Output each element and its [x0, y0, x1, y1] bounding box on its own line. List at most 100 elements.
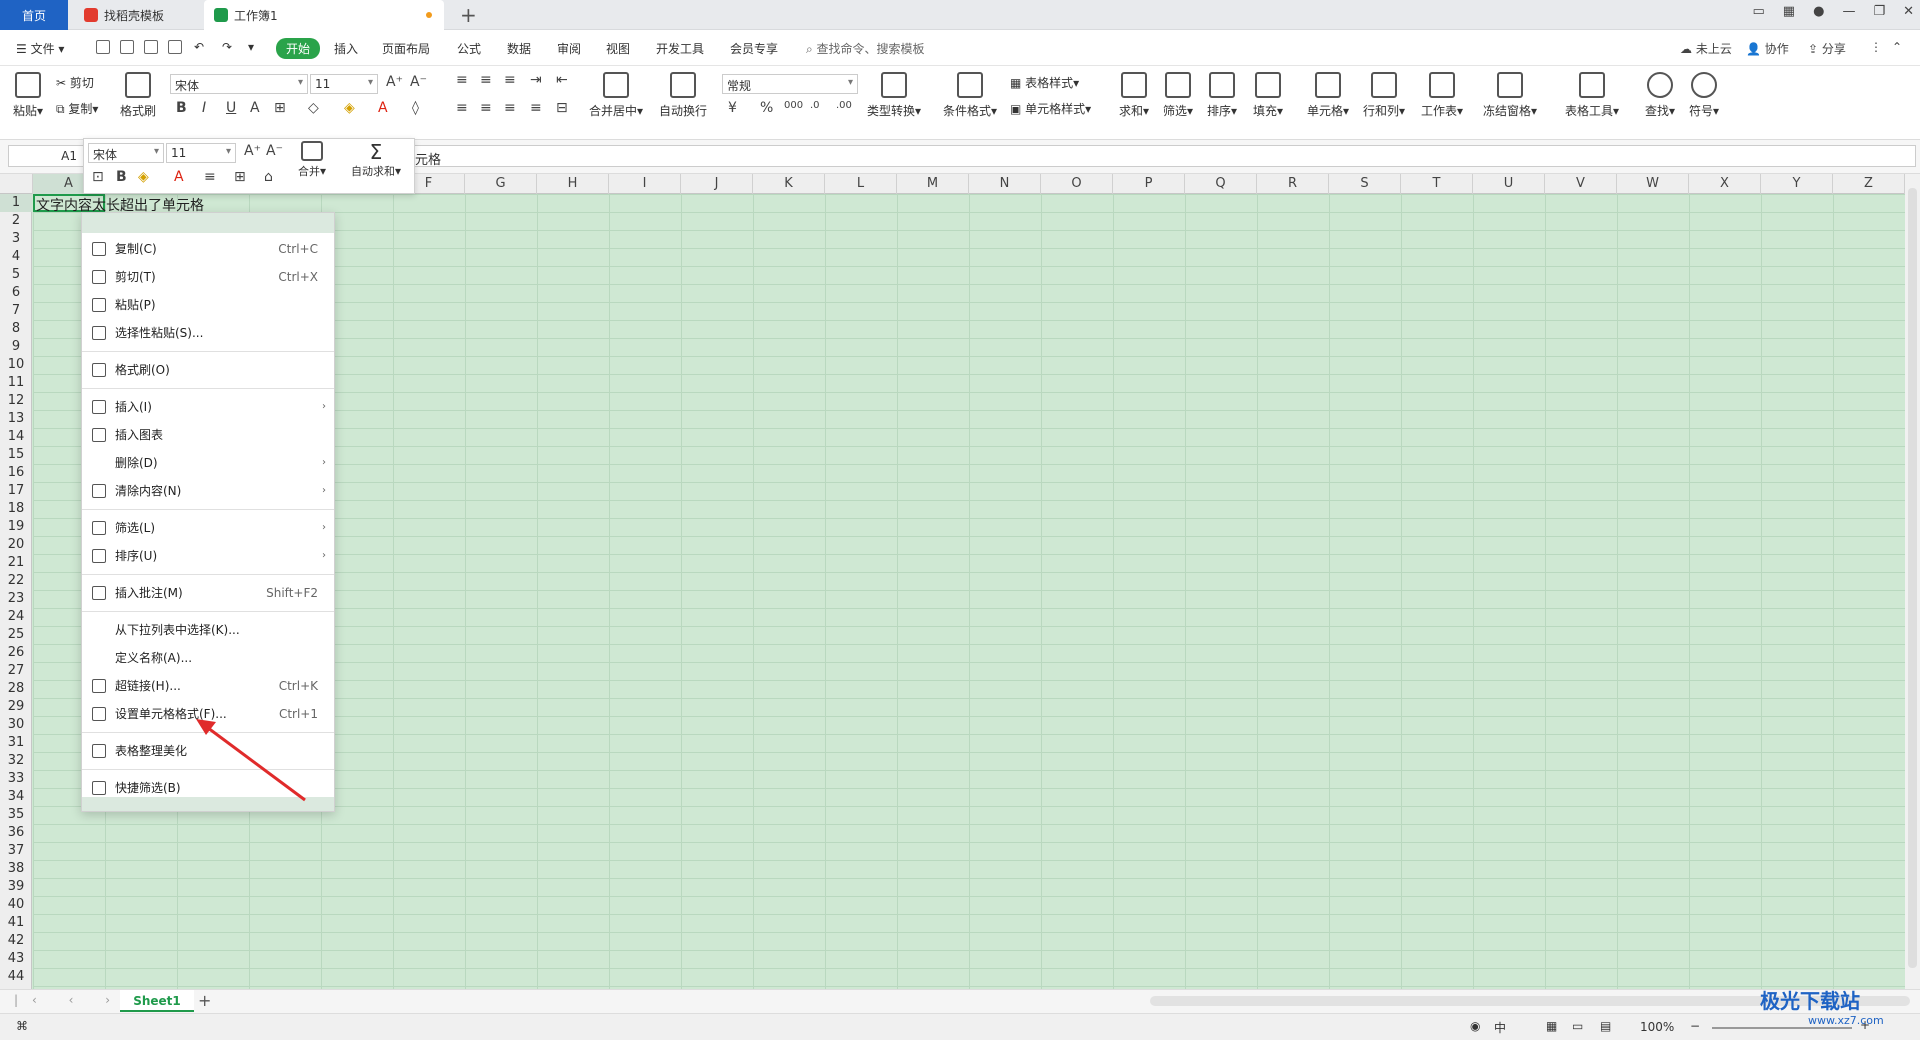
column-header-x[interactable]: X	[1689, 174, 1761, 194]
row-header-5[interactable]: 5	[0, 266, 32, 284]
column-header-j[interactable]: J	[681, 174, 753, 194]
sum-button[interactable]: 求和▾	[1116, 72, 1152, 119]
tab-home[interactable]: 首页	[0, 0, 68, 30]
strike-icon[interactable]: A	[250, 100, 260, 116]
minimize-icon[interactable]: —	[1842, 4, 1855, 19]
row-header-22[interactable]: 22	[0, 572, 32, 590]
menu-layout[interactable]: 页面布局	[382, 40, 430, 57]
row-header-27[interactable]: 27	[0, 662, 32, 680]
mini-size-select[interactable]: 11	[166, 143, 236, 163]
filter-button[interactable]: 筛选▾	[1160, 72, 1196, 119]
export-icon[interactable]	[120, 40, 134, 54]
row-header-17[interactable]: 17	[0, 482, 32, 500]
number-format-select[interactable]: 常规	[722, 74, 858, 94]
find-button[interactable]: 查找▾	[1642, 72, 1678, 119]
row-header-20[interactable]: 20	[0, 536, 32, 554]
row-header-29[interactable]: 29	[0, 698, 32, 716]
symbol-button[interactable]: 符号▾	[1686, 72, 1722, 119]
context-item-11[interactable]: 插入批注(M) Shift+F2	[82, 581, 334, 605]
thousands-icon[interactable]: 000	[784, 100, 803, 111]
context-item-9[interactable]: 筛选(L) ›	[82, 516, 334, 540]
layout-icon[interactable]: ▭	[1753, 4, 1765, 19]
column-header-t[interactable]: T	[1401, 174, 1473, 194]
row-header-40[interactable]: 40	[0, 896, 32, 914]
column-header-y[interactable]: Y	[1761, 174, 1833, 194]
row-header-4[interactable]: 4	[0, 248, 32, 266]
redo-icon[interactable]: ↷	[222, 40, 232, 54]
row-header-7[interactable]: 7	[0, 302, 32, 320]
mini-font-color-icon[interactable]: A	[174, 169, 184, 185]
column-header-n[interactable]: N	[969, 174, 1041, 194]
align-center-icon[interactable]: ≡	[480, 100, 492, 116]
context-item-0[interactable]: 复制(C) Ctrl+C	[82, 237, 334, 261]
eye-icon[interactable]: ◉	[1470, 1019, 1480, 1033]
convert-button[interactable]: 类型转换▾	[864, 72, 924, 119]
context-item-8[interactable]: 清除内容(N) ›	[82, 479, 334, 503]
mini-brush-icon[interactable]: ⌂	[264, 169, 273, 185]
context-item-15[interactable]: 设置单元格格式(F)... Ctrl+1	[82, 702, 334, 726]
align-bottom-icon[interactable]: ≡	[504, 72, 516, 88]
mini-border-icon[interactable]: ⊞	[234, 169, 246, 185]
context-item-10[interactable]: 排序(U) ›	[82, 544, 334, 568]
row-header-15[interactable]: 15	[0, 446, 32, 464]
new-tab-icon[interactable]: +	[460, 3, 477, 27]
row-header-41[interactable]: 41	[0, 914, 32, 932]
italic-icon[interactable]: I	[202, 100, 206, 116]
outdent-icon[interactable]: ⇤	[556, 72, 568, 88]
row-header-39[interactable]: 39	[0, 878, 32, 896]
context-item-12[interactable]: 从下拉列表中选择(K)...	[82, 618, 334, 642]
row-header-32[interactable]: 32	[0, 752, 32, 770]
row-header-2[interactable]: 2	[0, 212, 32, 230]
menu-start[interactable]: 开始	[276, 38, 321, 59]
paste-button[interactable]: 粘贴▾	[10, 72, 46, 119]
mini-bold-icon[interactable]: B	[116, 169, 127, 185]
align-right-icon[interactable]: ≡	[504, 100, 516, 116]
column-header-h[interactable]: H	[537, 174, 609, 194]
tab-template[interactable]: 找稻壳模板	[74, 0, 200, 30]
justify-icon[interactable]: ≡	[530, 100, 542, 116]
mini-shrink-icon[interactable]: A⁻	[266, 143, 283, 159]
row-header-16[interactable]: 16	[0, 464, 32, 482]
cell-fill-icon[interactable]: ◇	[308, 100, 319, 116]
mini-font-select[interactable]: 宋体	[88, 143, 164, 163]
column-header-o[interactable]: O	[1041, 174, 1113, 194]
font-color-icon[interactable]: A	[378, 100, 388, 116]
collapse-ribbon-icon[interactable]: ⌃	[1892, 40, 1902, 54]
collab-button[interactable]: 👤 协作	[1746, 40, 1789, 57]
print-icon[interactable]	[144, 40, 158, 54]
more-icon[interactable]: ▾	[248, 40, 254, 54]
column-header-u[interactable]: U	[1473, 174, 1545, 194]
menu-file[interactable]: ☰ 文件 ▾	[16, 40, 64, 57]
mini-grow-icon[interactable]: A⁺	[244, 143, 261, 159]
column-header-l[interactable]: L	[825, 174, 897, 194]
cell-button[interactable]: 单元格▾	[1304, 72, 1352, 119]
column-header-s[interactable]: S	[1329, 174, 1401, 194]
cut-button[interactable]: ✂ 剪切	[56, 74, 94, 91]
row-header-42[interactable]: 42	[0, 932, 32, 950]
column-header-p[interactable]: P	[1113, 174, 1185, 194]
row-header-3[interactable]: 3	[0, 230, 32, 248]
row-header-37[interactable]: 37	[0, 842, 32, 860]
row-header-30[interactable]: 30	[0, 716, 32, 734]
border-icon[interactable]: ⊞	[274, 100, 286, 116]
row-header-38[interactable]: 38	[0, 860, 32, 878]
cell-style-button[interactable]: ▣ 单元格样式▾	[1010, 100, 1091, 117]
context-item-3[interactable]: 选择性粘贴(S)...	[82, 321, 334, 345]
mini-fill-icon[interactable]: ◈	[138, 169, 149, 185]
table-style-button[interactable]: ▦ 表格样式▾	[1010, 74, 1079, 91]
row-header-8[interactable]: 8	[0, 320, 32, 338]
font-shrink-icon[interactable]: A⁻	[410, 74, 427, 90]
size-select[interactable]: 11	[310, 74, 378, 94]
context-item-17[interactable]: 快捷筛选(B)	[82, 776, 334, 800]
mini-select-icon[interactable]: ⊡	[92, 169, 104, 185]
context-item-6[interactable]: 插入图表	[82, 423, 334, 447]
row-header-9[interactable]: 9	[0, 338, 32, 356]
corner-select-all[interactable]	[0, 174, 33, 194]
context-item-2[interactable]: 粘贴(P)	[82, 293, 334, 317]
format-painter-button[interactable]: 格式刷	[118, 72, 158, 119]
increase-decimal-icon[interactable]: .0	[810, 100, 820, 111]
menu-insert[interactable]: 插入	[334, 40, 358, 57]
fill-color-icon[interactable]: ◈	[344, 100, 355, 116]
row-header-24[interactable]: 24	[0, 608, 32, 626]
copy-button[interactable]: ⧉ 复制▾	[56, 100, 98, 117]
